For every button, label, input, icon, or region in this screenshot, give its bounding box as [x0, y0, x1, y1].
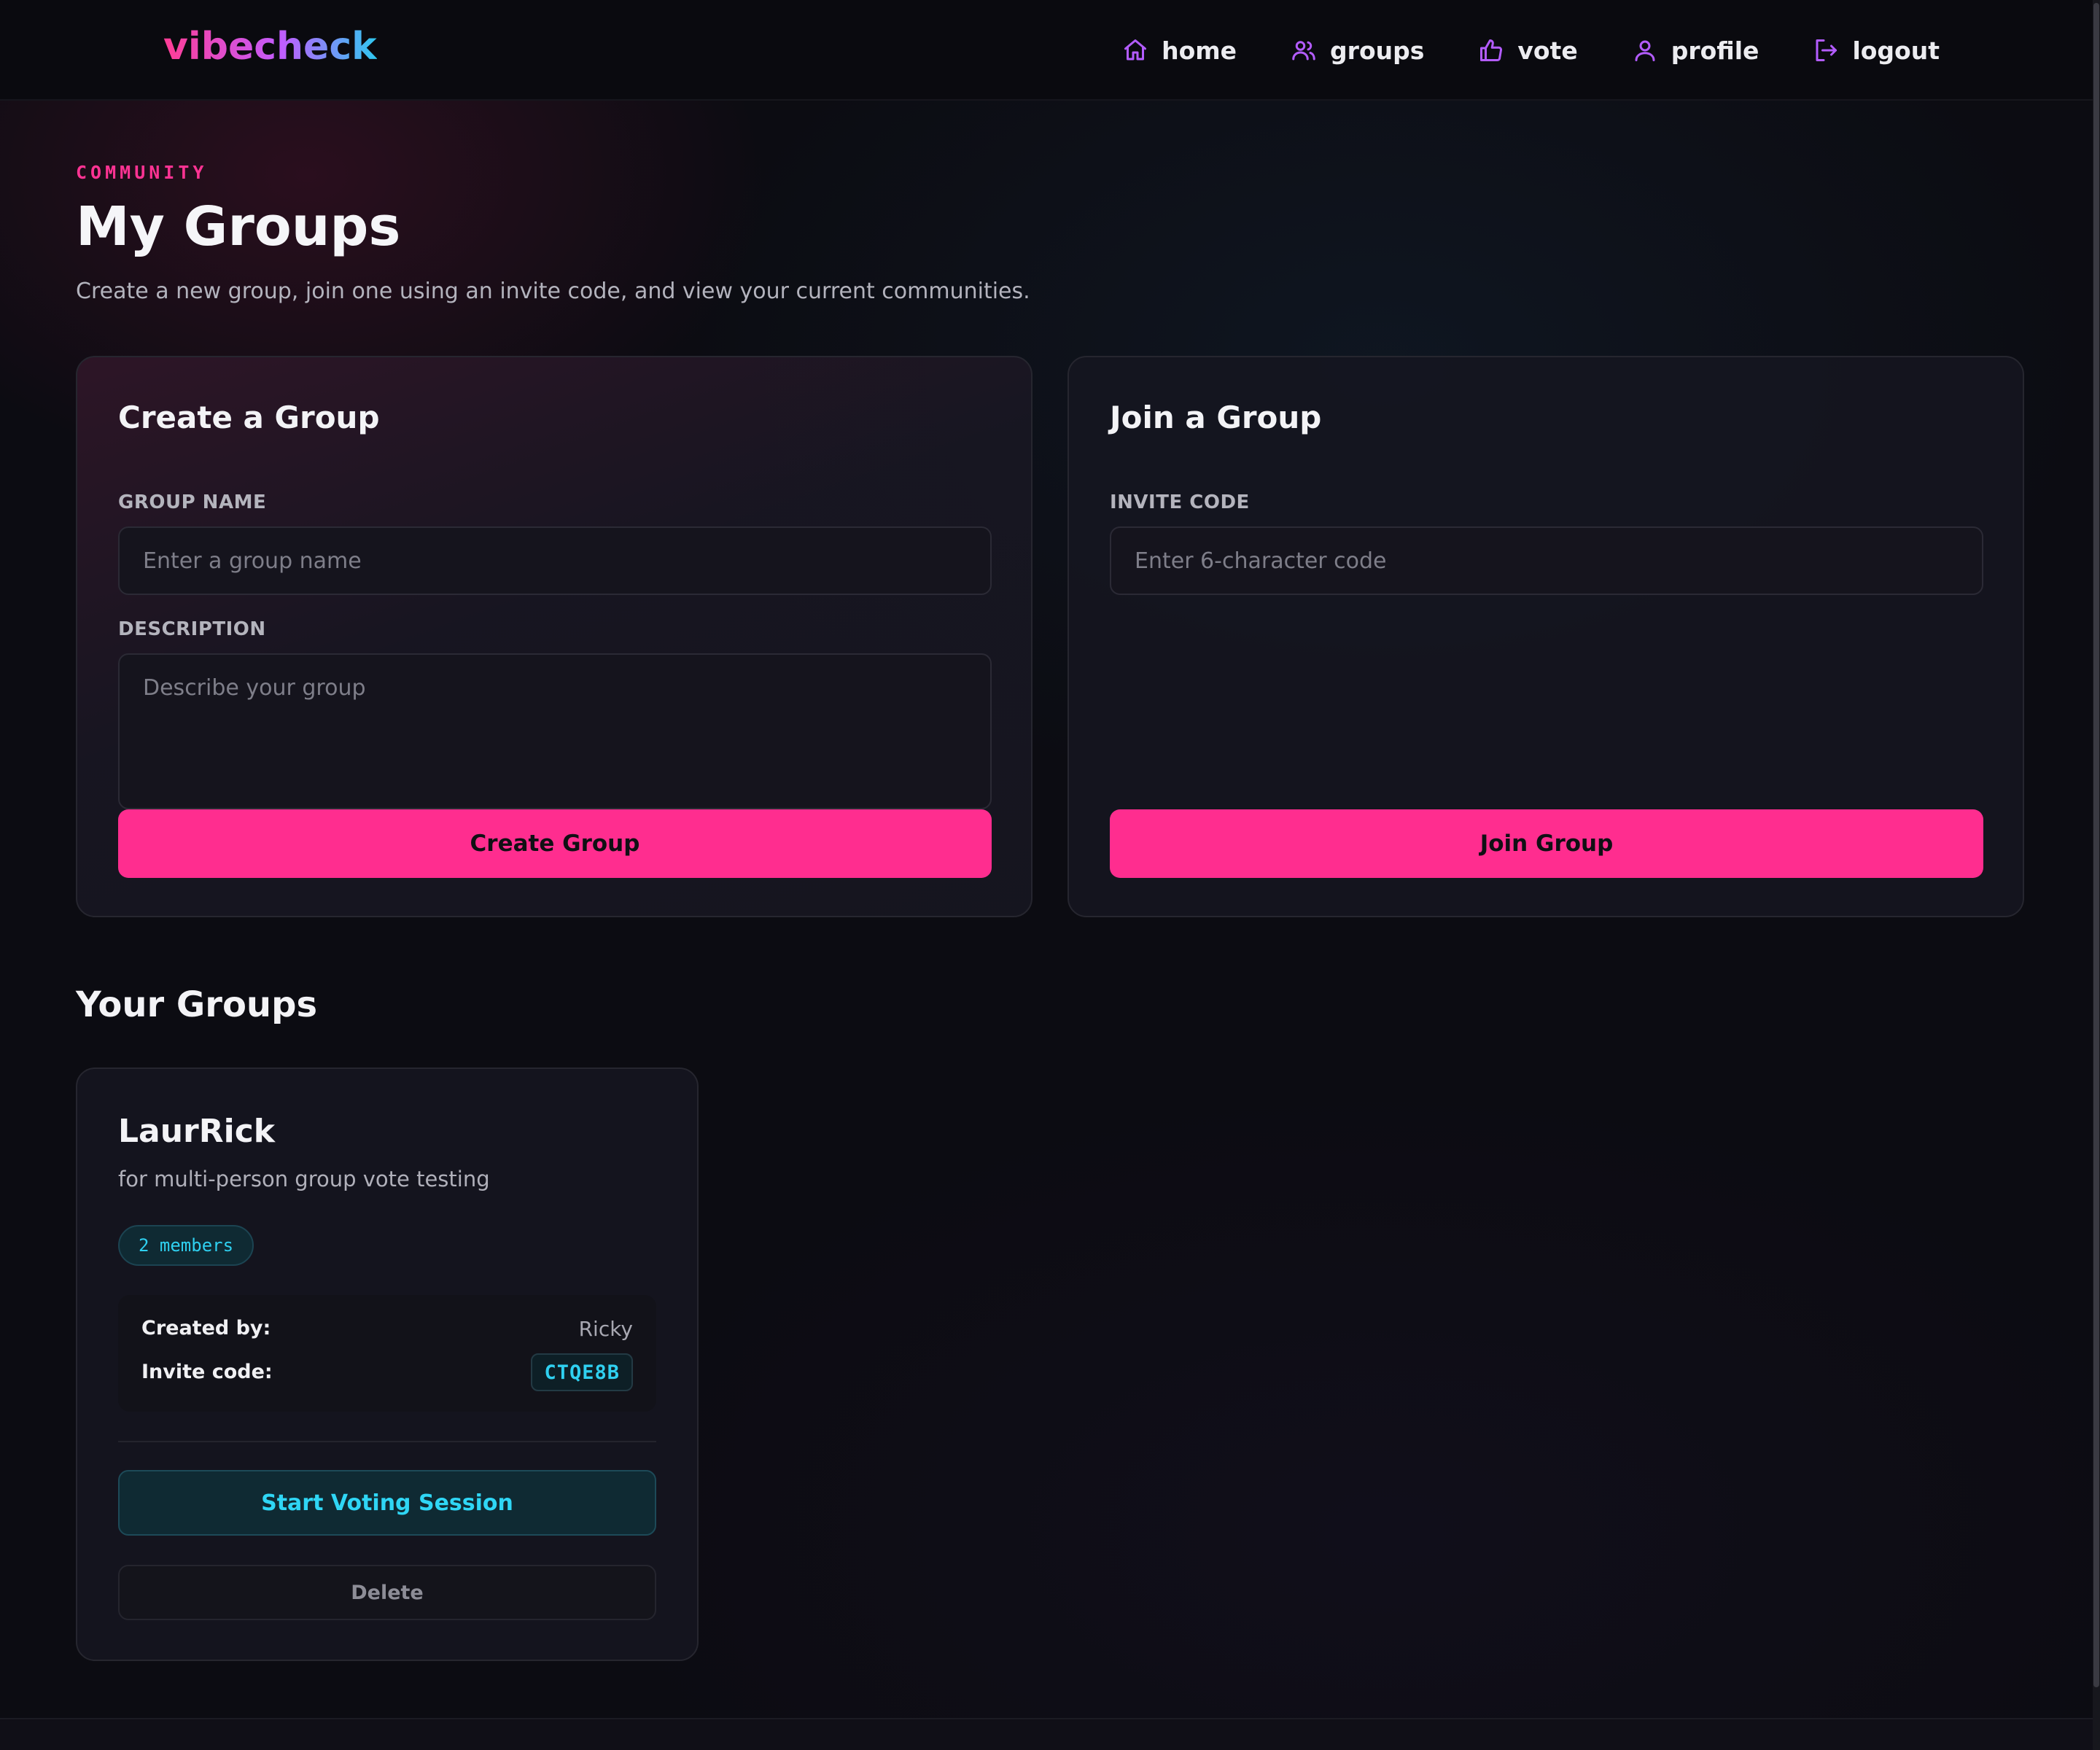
group-name: LaurRick [118, 1113, 276, 1150]
group-name-label: GROUP NAME [118, 491, 267, 513]
invite-code-info-label: Invite code: [141, 1361, 273, 1383]
nav-item-vote[interactable]: vote [1478, 36, 1578, 65]
join-group-title: Join a Group [1110, 400, 1322, 435]
create-group-card: Create a Group GROUP NAME DESCRIPTION Cr… [76, 356, 1032, 917]
page-title: My Groups [76, 195, 401, 258]
nav-item-logout[interactable]: logout [1813, 36, 1940, 65]
group-name-input[interactable] [118, 526, 992, 595]
user-icon [1635, 40, 1655, 61]
invite-code-chip[interactable]: CTQE8B [531, 1353, 633, 1391]
create-group-button[interactable]: Create Group [118, 809, 992, 878]
users-icon [1292, 41, 1315, 61]
description-label: DESCRIPTION [118, 618, 266, 640]
logout-icon [1816, 39, 1838, 61]
group-card: LaurRick for multi-person group vote tes… [76, 1068, 699, 1661]
delete-group-button[interactable]: Delete [118, 1565, 656, 1620]
top-nav: vibecheck home groups vote profile logou… [0, 0, 2093, 101]
create-group-title: Create a Group [118, 400, 380, 435]
join-group-button[interactable]: Join Group [1110, 809, 1983, 878]
footer [0, 1719, 2093, 1750]
nav-item-home[interactable]: home [1122, 36, 1237, 65]
created-by-label: Created by: [141, 1317, 271, 1339]
nav-item-profile[interactable]: profile [1632, 36, 1759, 65]
nav-item-groups[interactable]: groups [1291, 36, 1424, 65]
nav-label: groups [1330, 36, 1425, 65]
nav-label: profile [1671, 36, 1759, 65]
start-voting-session-button[interactable]: Start Voting Session [118, 1470, 656, 1536]
description-input[interactable] [118, 653, 992, 809]
page-subtitle: Create a new group, join one using an in… [76, 279, 1030, 304]
join-group-card: Join a Group INVITE CODE Join Group [1068, 356, 2024, 917]
nav-label: vote [1517, 36, 1578, 65]
your-groups-title: Your Groups [76, 984, 318, 1025]
page-eyebrow: COMMUNITY [76, 162, 208, 183]
nav-links: home groups vote profile logout [1122, 0, 1940, 101]
scrollbar-thumb[interactable] [2093, 3, 2099, 1687]
invite-code-label: INVITE CODE [1110, 491, 1250, 513]
thumbs-up-icon [1480, 39, 1503, 62]
group-info-box: Created by: Ricky Invite code: CTQE8B [118, 1295, 656, 1412]
group-card-divider [118, 1441, 656, 1442]
nav-label: home [1162, 36, 1237, 65]
scrollbar[interactable] [2093, 0, 2100, 1750]
nav-label: logout [1852, 36, 1940, 65]
home-icon [1124, 39, 1147, 61]
app-logo[interactable]: vibecheck [163, 25, 377, 69]
members-badge: 2 members [118, 1225, 254, 1266]
created-by-value: Ricky [578, 1317, 633, 1341]
invite-code-input[interactable] [1110, 526, 1983, 595]
group-description: for multi-person group vote testing [118, 1167, 490, 1191]
